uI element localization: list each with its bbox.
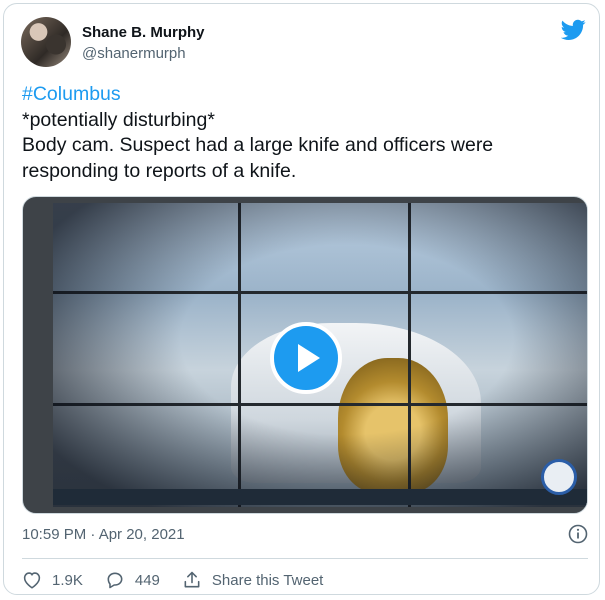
play-button[interactable] <box>270 322 342 394</box>
tweet-actions: 1.9K 449 Share this Tweet <box>22 569 345 591</box>
author-handle[interactable]: @shanermurph <box>82 45 186 62</box>
hashtag-link[interactable]: #Columbus <box>22 82 587 108</box>
tweet-card: Shane B. Murphy @shanermurph #Columbus *… <box>3 3 600 595</box>
info-icon[interactable] <box>568 524 588 544</box>
divider <box>22 558 588 559</box>
tweet-line: responding to reports of a knife. <box>22 159 297 182</box>
tweet-timestamp[interactable]: 10:59 PM · Apr 20, 2021 <box>22 526 185 543</box>
reply-count: 449 <box>134 571 160 589</box>
video-player[interactable] <box>22 196 588 514</box>
tweet-line: Body cam. Suspect had a large knife and … <box>22 134 494 156</box>
reply-icon <box>107 572 123 589</box>
heart-icon <box>23 572 41 589</box>
tweet-text: #Columbus *potentially disturbing* Body … <box>22 82 587 184</box>
like-count: 1.9K <box>52 571 83 589</box>
tweet-line: *potentially disturbing* <box>22 108 215 131</box>
twitter-bird-icon[interactable] <box>561 19 586 41</box>
share-icon <box>184 571 200 588</box>
reply-button[interactable]: 449 <box>105 570 160 590</box>
share-button[interactable]: Share this Tweet <box>182 570 323 590</box>
play-icon <box>298 344 320 372</box>
avatar[interactable] <box>21 17 71 67</box>
share-label: Share this Tweet <box>211 571 324 589</box>
like-button[interactable]: 1.9K <box>22 571 83 589</box>
author-name[interactable]: Shane B. Murphy <box>82 24 205 41</box>
microphone-icon <box>541 459 577 495</box>
taskbar <box>53 489 587 505</box>
